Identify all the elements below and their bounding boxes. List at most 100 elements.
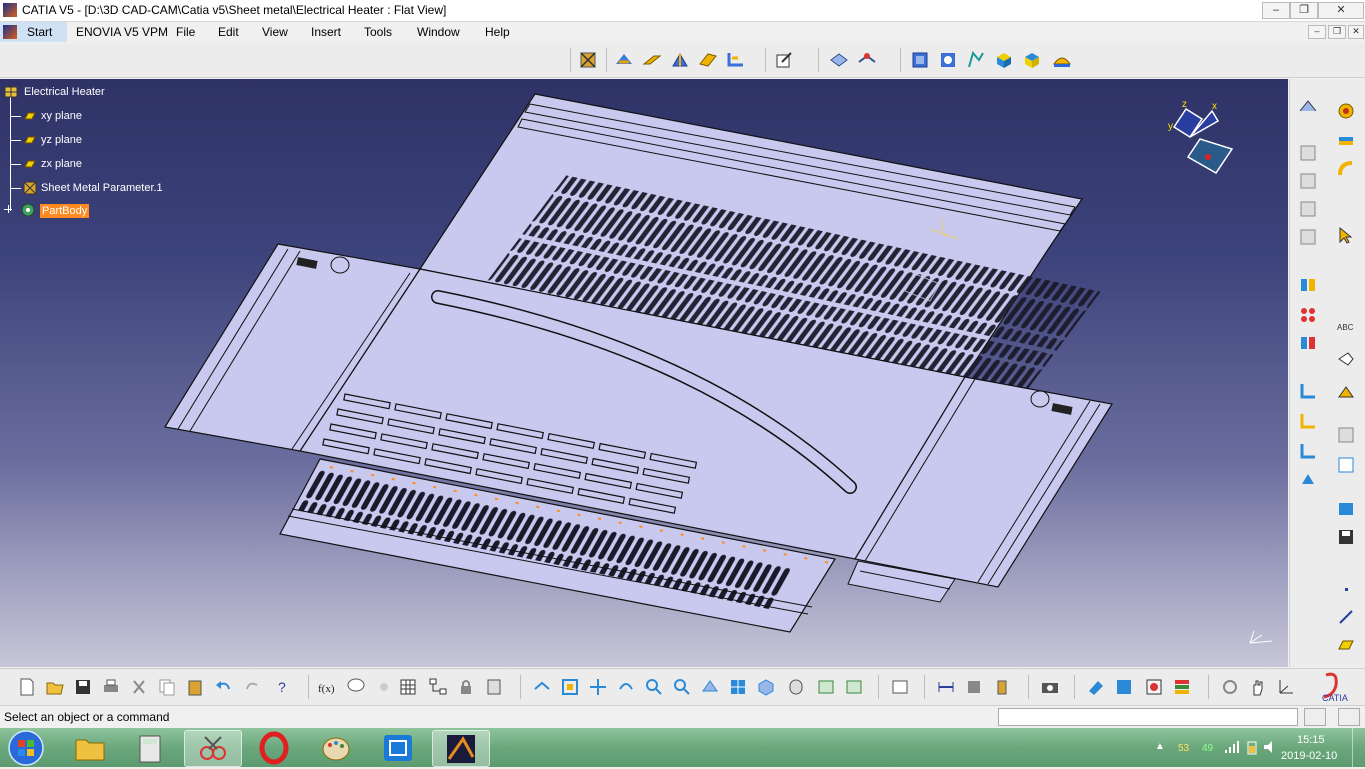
- comment-icon[interactable]: [346, 677, 366, 697]
- new-file-icon[interactable]: [17, 677, 37, 697]
- check-icon[interactable]: [1336, 455, 1356, 475]
- part-icon[interactable]: [3, 85, 19, 99]
- annotation-icon[interactable]: [1336, 349, 1356, 369]
- measure-icon[interactable]: [1298, 275, 1318, 295]
- knowledge-icon[interactable]: [374, 677, 394, 697]
- render-icon[interactable]: [1144, 677, 1164, 697]
- grid-icon[interactable]: [1336, 425, 1356, 445]
- cutout-icon[interactable]: [829, 50, 849, 70]
- menu-help[interactable]: Help: [485, 24, 510, 41]
- 3d-viewport[interactable]: z x y Electrical Heater xy plane yz plan…: [0, 79, 1288, 667]
- undo-icon[interactable]: [213, 677, 233, 697]
- measure-item-icon[interactable]: [964, 677, 984, 697]
- save-icon[interactable]: [1336, 527, 1356, 547]
- fly-mode-icon[interactable]: [532, 677, 552, 697]
- select-arrow-icon[interactable]: [1336, 225, 1356, 245]
- material-icon[interactable]: [1052, 50, 1072, 70]
- lock-icon[interactable]: [456, 677, 476, 697]
- sketcher-icon[interactable]: [774, 50, 794, 70]
- copy-icon[interactable]: [157, 677, 177, 697]
- menu-enovia[interactable]: ENOVIA V5 VPM: [76, 24, 168, 41]
- iso-view-icon[interactable]: [756, 677, 776, 697]
- hem-icon[interactable]: [1336, 159, 1356, 179]
- minimize-button[interactable]: –: [1262, 2, 1290, 19]
- hole-icon[interactable]: [1336, 101, 1356, 121]
- command-history-button[interactable]: [1304, 708, 1326, 726]
- view-manipulation-icon[interactable]: [1298, 97, 1318, 117]
- menu-insert[interactable]: Insert: [311, 24, 341, 41]
- redo-icon[interactable]: [243, 677, 263, 697]
- line-icon[interactable]: [1336, 607, 1356, 627]
- command-input[interactable]: [998, 708, 1298, 726]
- volume-icon[interactable]: [1262, 739, 1278, 755]
- measure-inertia-icon[interactable]: [992, 677, 1012, 697]
- apply-material-icon[interactable]: [1086, 677, 1106, 697]
- clock-time[interactable]: 15:15: [1297, 734, 1325, 746]
- mirror-icon[interactable]: [1298, 333, 1318, 353]
- stamp-icon[interactable]: [857, 50, 877, 70]
- menu-window[interactable]: Window: [417, 24, 460, 41]
- tree-item-xy-plane[interactable]: xy plane: [41, 110, 82, 122]
- layer4-icon[interactable]: [1298, 227, 1318, 247]
- hand-icon[interactable]: [1248, 677, 1268, 697]
- show-desktop-button[interactable]: [1352, 728, 1365, 767]
- flat-view-model[interactable]: [0, 79, 1288, 667]
- normal-view-icon[interactable]: [700, 677, 720, 697]
- print-icon[interactable]: [101, 677, 121, 697]
- rip-icon[interactable]: [1298, 469, 1318, 489]
- pan-icon[interactable]: [588, 677, 608, 697]
- shading-icon[interactable]: [786, 677, 806, 697]
- fold-icon[interactable]: [938, 50, 958, 70]
- command-clear-button[interactable]: [1338, 708, 1360, 726]
- scan-icon[interactable]: [890, 677, 910, 697]
- tree-item-zx-plane[interactable]: zx plane: [41, 158, 82, 170]
- taskbar-opera[interactable]: [246, 730, 302, 765]
- help-whats-this-icon[interactable]: ?: [273, 677, 293, 697]
- refresh-icon[interactable]: [1220, 677, 1240, 697]
- menu-view[interactable]: View: [262, 24, 288, 41]
- save-file-icon[interactable]: [73, 677, 93, 697]
- taskbar-app-blue[interactable]: [370, 730, 426, 765]
- solid-icon[interactable]: [994, 50, 1014, 70]
- chamfer-icon[interactable]: [1298, 411, 1318, 431]
- axis-system-icon[interactable]: [1276, 677, 1296, 697]
- taskbar-catia[interactable]: [432, 730, 490, 767]
- power-icon[interactable]: [1245, 739, 1259, 755]
- menu-file[interactable]: File: [176, 24, 195, 41]
- taskbar-paint[interactable]: [308, 730, 364, 765]
- taskbar-explorer[interactable]: [62, 730, 118, 765]
- tree-structure-icon[interactable]: [428, 677, 448, 697]
- tray-expand-icon[interactable]: ▲: [1155, 741, 1165, 752]
- table-icon[interactable]: [398, 677, 418, 697]
- corner-icon[interactable]: [1298, 381, 1318, 401]
- tree-item-sheet-metal-parameter[interactable]: Sheet Metal Parameter.1: [41, 182, 163, 194]
- flange-icon[interactable]: [1336, 131, 1356, 151]
- extrusion-icon[interactable]: [670, 50, 690, 70]
- zoom-in-icon[interactable]: [644, 677, 664, 697]
- fit-all-icon[interactable]: [560, 677, 580, 697]
- measure-between-icon[interactable]: [936, 677, 956, 697]
- pattern-icon[interactable]: [1298, 305, 1318, 325]
- point-to-point-icon[interactable]: [966, 50, 986, 70]
- doc-restore-button[interactable]: ❐: [1328, 25, 1346, 39]
- recognize-icon[interactable]: [614, 50, 634, 70]
- windows-start-button[interactable]: [4, 729, 48, 767]
- taskbar-calculator[interactable]: [122, 730, 178, 765]
- fold-unfold-icon[interactable]: [1336, 381, 1356, 401]
- catalog-icon[interactable]: [484, 677, 504, 697]
- unfold-icon[interactable]: [910, 50, 930, 70]
- tree-item-root[interactable]: Electrical Heater: [24, 86, 105, 98]
- image-icon[interactable]: [1336, 499, 1356, 519]
- swap-visible-icon[interactable]: [844, 677, 864, 697]
- swept-walls-icon[interactable]: [698, 50, 718, 70]
- compass-widget[interactable]: z x y: [1160, 97, 1240, 179]
- menu-start[interactable]: Start: [0, 22, 67, 42]
- formula-icon[interactable]: f(x): [318, 677, 338, 697]
- open-folder-icon[interactable]: [45, 677, 65, 697]
- plane-tool-icon[interactable]: [1336, 635, 1356, 655]
- point-icon[interactable]: [1336, 579, 1356, 599]
- layer2-icon[interactable]: [1298, 171, 1318, 191]
- corner-relief-icon[interactable]: [1298, 441, 1318, 461]
- cut-icon[interactable]: [129, 677, 149, 697]
- network-signal-icon[interactable]: [1224, 740, 1240, 754]
